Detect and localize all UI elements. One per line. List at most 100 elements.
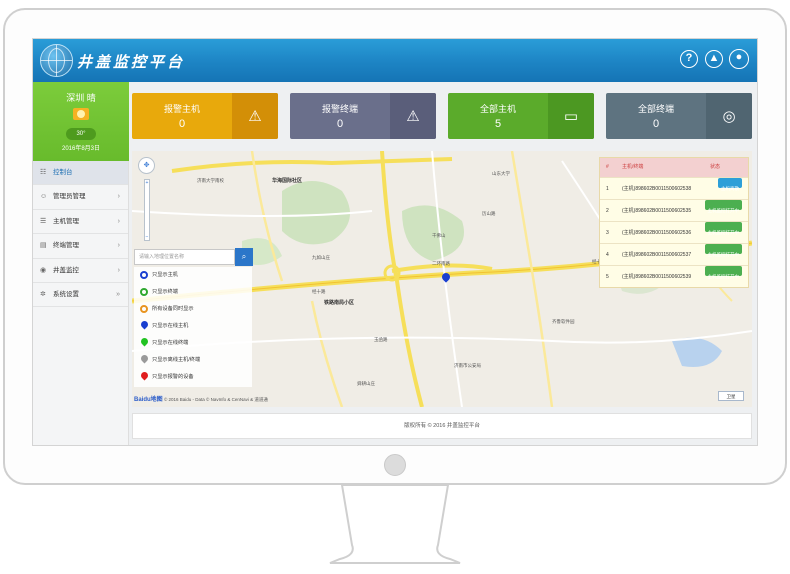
card-alarm-host[interactable]: 报警主机 0 ⚠: [132, 93, 278, 139]
row-number: 1: [606, 186, 609, 192]
table-row[interactable]: 5 (主机)898602B0011500602539 主机监控打开中: [600, 265, 748, 287]
map-label: 玉函路: [374, 337, 388, 342]
table-row[interactable]: 4 (主机)898602B0011500602537 主机监控打开中: [600, 243, 748, 265]
legend-item[interactable]: 只显示在线主机: [134, 318, 252, 335]
row-number: 5: [606, 274, 609, 280]
card-value: 5: [494, 118, 502, 130]
weather-temp: 30°: [66, 128, 96, 140]
all-terminal-icon: ◎: [706, 93, 752, 139]
map-label: 济南市公安局: [454, 363, 481, 368]
search-button[interactable]: ⌕: [235, 248, 253, 266]
row-device-name: (主机)898602B0011500602538: [622, 186, 692, 192]
map-label: 九如山庄: [312, 255, 330, 260]
row-number: 2: [606, 208, 609, 214]
monitor-frame: 井盖监控平台 ? ▲ ● 深圳 晴 30° 2016年8月3日 ☷ 控制台 ☺ …: [0, 0, 790, 574]
baidu-logo: Baidu地图: [134, 397, 163, 403]
zoom-out-icon[interactable]: −: [145, 234, 149, 240]
card-title: 全部主机: [479, 104, 516, 114]
sidebar: 深圳 晴 30° 2016年8月3日 ☷ 控制台 ☺ 管理员管理 › ☰ 主机管…: [33, 82, 129, 445]
row-device-name: (主机)898602B0011500602537: [622, 252, 692, 258]
pin-red-icon: [139, 370, 150, 381]
card-all-terminal[interactable]: 全部终端 0 ◎: [606, 93, 752, 139]
map-label: 山东大学: [492, 171, 510, 176]
power-button: [384, 454, 406, 476]
map-label: 铁路南局小区: [324, 300, 355, 306]
card-value: 0: [652, 118, 660, 130]
sidebar-item-monitor[interactable]: ◉ 井盖监控 ›: [33, 259, 128, 283]
table-row[interactable]: 3 (主机)898602B0011500602536 主机监控打开中: [600, 221, 748, 243]
sidebar-item-label: 控制台: [53, 169, 73, 176]
sunny-icon: [73, 108, 89, 120]
pin-blue-icon: [139, 319, 150, 330]
satellite-toggle-button[interactable]: 卫星: [718, 391, 744, 401]
legend-item[interactable]: 只显示离线主机/终端: [134, 352, 252, 369]
map-label: 千佛山: [432, 233, 446, 238]
sidebar-item-terminal[interactable]: ▤ 终端管理 ›: [33, 234, 128, 259]
sidebar-item-dashboard[interactable]: ☷ 控制台: [33, 161, 128, 186]
map-label: 经十路: [312, 289, 326, 294]
sidebar-item-admin[interactable]: ☺ 管理员管理 ›: [33, 185, 128, 210]
map-label: 齐鲁软件园: [552, 319, 575, 324]
legend-item[interactable]: 所有设备同时显示: [134, 301, 252, 318]
pin-gray-icon: [139, 353, 150, 364]
column-header: #: [606, 164, 609, 170]
legend-item[interactable]: 只显示在线终端: [134, 335, 252, 352]
card-title: 全部终端: [637, 104, 674, 114]
sidebar-item-label: 终端管理: [53, 242, 79, 250]
row-device-name: (主机)898602B0011500602536: [622, 230, 692, 236]
column-header: 状态: [710, 164, 721, 170]
status-badge: 主机监控打开中: [704, 222, 742, 235]
map-label: 济南大学南校: [197, 178, 224, 183]
weather-panel: 深圳 晴 30° 2016年8月3日: [33, 82, 129, 161]
target-green-icon: [140, 288, 148, 296]
table-row[interactable]: 1 (主机)898602B0011500602538 主机离散: [600, 177, 748, 199]
map-legend: 只显示主机 只显示终端 所有设备同时显示 只显示在线主机 只显示在线终端 只显示…: [134, 267, 252, 387]
question-icon[interactable]: ?: [680, 50, 698, 68]
all-host-icon: ▭: [548, 93, 594, 139]
sidebar-item-settings[interactable]: ✲ 系统设置 »: [33, 283, 128, 308]
map-search-input[interactable]: 请输入地理位置名称: [134, 249, 235, 265]
table-header: # 主机/终端 状态: [600, 158, 748, 177]
dashboard-icon: ☷: [40, 169, 47, 176]
legend-label: 只显示主机: [152, 272, 178, 278]
map-pan-control[interactable]: ✥: [138, 157, 155, 174]
card-value: 0: [178, 118, 186, 130]
search-icon: ⌕: [241, 252, 247, 261]
legend-label: 所有设备同时显示: [152, 306, 194, 312]
map-copyright-text: © 2016 Baidu - Data © NavInfo & CenNavi …: [163, 397, 268, 402]
legend-label: 只显示离线主机/终端: [152, 357, 201, 363]
column-header: 主机/终端: [622, 164, 644, 170]
status-badge: 主机监控打开中: [704, 200, 742, 213]
legend-item[interactable]: 只显示主机: [134, 267, 252, 284]
user-icon[interactable]: ●: [729, 49, 749, 69]
chevron-right-icon: ›: [117, 193, 120, 201]
legend-label: 只显示在线终端: [152, 340, 189, 346]
chevron-right-icon: ›: [117, 242, 120, 250]
pin-green-icon: [139, 336, 150, 347]
alarm-host-icon: ⚠: [232, 93, 278, 139]
card-all-host[interactable]: 全部主机 5 ▭: [448, 93, 594, 139]
table-row[interactable]: 2 (主机)898602B0011500602535 主机监控打开中: [600, 199, 748, 221]
card-title: 报警主机: [163, 104, 200, 114]
status-badge: 主机离散: [718, 178, 742, 191]
map-zoom-slider[interactable]: + −: [144, 179, 150, 241]
sidebar-item-label: 主机管理: [53, 217, 79, 225]
legend-item[interactable]: 只显示终端: [134, 284, 252, 301]
weather-city: 深圳 晴: [66, 93, 96, 103]
zoom-in-icon[interactable]: +: [145, 180, 149, 186]
monitor-icon: ◉: [40, 266, 47, 274]
row-device-name: (主机)898602B0011500602539: [622, 274, 692, 280]
sidebar-item-host[interactable]: ☰ 主机管理 ›: [33, 210, 128, 235]
row-number: 4: [606, 252, 609, 258]
warning-icon[interactable]: ▲: [705, 50, 723, 68]
alarm-terminal-icon: ⚠: [390, 93, 436, 139]
target-blue-icon: [140, 271, 148, 279]
legend-item[interactable]: 只显示报警的设备: [134, 369, 252, 386]
map-label: 舜耕山庄: [357, 381, 375, 386]
card-alarm-terminal[interactable]: 报警终端 0 ⚠: [290, 93, 436, 139]
top-header: 井盖监控平台 ? ▲ ●: [33, 39, 757, 82]
map-copyright: Baidu地图 © 2016 Baidu - Data © NavInfo & …: [134, 394, 268, 403]
admin-icon: ☺: [40, 193, 48, 201]
globe-logo-icon: [40, 44, 73, 77]
sidebar-item-label: 井盖监控: [53, 266, 79, 274]
